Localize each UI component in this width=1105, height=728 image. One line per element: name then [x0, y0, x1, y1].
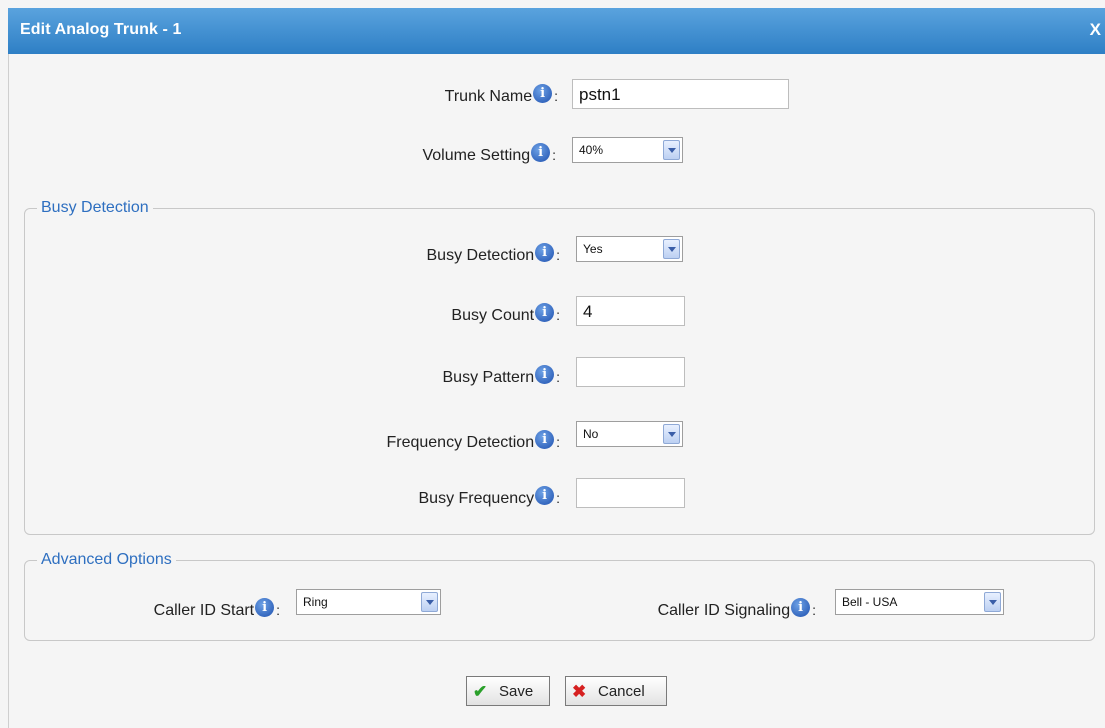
busy-detection-row-label: Busy Detection i:: [320, 243, 560, 265]
busy-detection-select[interactable]: Yes: [576, 236, 683, 262]
colon: :: [556, 307, 560, 323]
edit-analog-trunk-dialog: Edit Analog Trunk - 1 X Trunk Namei: Vol…: [0, 0, 1105, 728]
caller-id-start-select[interactable]: Ring: [296, 589, 441, 615]
colon: :: [556, 434, 560, 450]
busy-count-input[interactable]: [576, 296, 685, 326]
info-icon[interactable]: i: [531, 143, 551, 162]
colon: :: [812, 602, 816, 618]
frequency-detection-row-label: Frequency Detection i:: [300, 430, 560, 452]
info-icon[interactable]: i: [535, 365, 555, 384]
volume-setting-value: 40%: [579, 143, 604, 157]
trunk-name-row-label: Trunk Name i:: [330, 84, 558, 106]
info-icon[interactable]: i: [533, 84, 553, 103]
caller-id-start-value: Ring: [303, 595, 328, 609]
info-icon[interactable]: i: [255, 598, 275, 617]
info-icon[interactable]: i: [535, 303, 555, 322]
busy-detection-label: Busy Detection: [426, 247, 535, 264]
busy-frequency-label: Busy Frequency: [418, 490, 535, 507]
busy-pattern-row-label: Busy Pattern i:: [320, 365, 560, 387]
colon: :: [556, 247, 560, 263]
dialog-title: Edit Analog Trunk - 1: [20, 21, 182, 38]
chevron-down-icon[interactable]: [421, 592, 438, 612]
info-icon[interactable]: i: [535, 243, 555, 262]
frequency-detection-label: Frequency Detection: [386, 434, 535, 451]
busy-detection-value: Yes: [583, 242, 603, 256]
info-icon[interactable]: i: [535, 486, 555, 505]
busy-detection-legend: Busy Detection: [41, 199, 149, 216]
save-button[interactable]: ✔ Save: [466, 676, 550, 706]
colon: :: [556, 369, 560, 385]
cancel-button-label: Cancel: [598, 683, 645, 700]
advanced-options-legend: Advanced Options: [41, 551, 172, 568]
caller-id-start-label: Caller ID Start: [153, 602, 255, 619]
save-button-label: Save: [499, 683, 534, 700]
volume-setting-row-label: Volume Setting i:: [300, 143, 556, 165]
trunk-name-label: Trunk Name: [444, 88, 533, 105]
busy-count-row-label: Busy Count i:: [320, 303, 560, 325]
busy-pattern-input[interactable]: [576, 357, 685, 387]
info-icon[interactable]: i: [535, 430, 555, 449]
colon: :: [556, 490, 560, 506]
caller-id-start-row-label: Caller ID Start i:: [60, 598, 280, 620]
x-icon: ✖: [572, 682, 587, 701]
chevron-down-icon[interactable]: [663, 424, 680, 444]
chevron-down-icon[interactable]: [984, 592, 1001, 612]
info-icon[interactable]: i: [791, 598, 811, 617]
busy-frequency-row-label: Busy Frequency i:: [320, 486, 560, 508]
dialog-title-bar: Edit Analog Trunk - 1 X: [8, 8, 1105, 54]
volume-setting-select[interactable]: 40%: [572, 137, 683, 163]
frequency-detection-value: No: [583, 427, 599, 441]
colon: :: [276, 602, 280, 618]
busy-frequency-input[interactable]: [576, 478, 685, 508]
cancel-button[interactable]: ✖ Cancel: [565, 676, 667, 706]
chevron-down-icon[interactable]: [663, 140, 680, 160]
chevron-down-icon[interactable]: [663, 239, 680, 259]
close-button[interactable]: X: [1090, 20, 1101, 40]
checkmark-icon: ✔: [473, 682, 488, 701]
dialog-left-border: [8, 54, 9, 728]
caller-id-signaling-row-label: Caller ID Signaling i:: [560, 598, 816, 620]
frequency-detection-select[interactable]: No: [576, 421, 683, 447]
busy-pattern-label: Busy Pattern: [442, 369, 535, 386]
caller-id-signaling-value: Bell - USA: [842, 595, 898, 609]
busy-count-label: Busy Count: [451, 307, 535, 324]
caller-id-signaling-label: Caller ID Signaling: [657, 602, 791, 619]
colon: :: [554, 88, 558, 104]
trunk-name-input[interactable]: [572, 79, 789, 109]
caller-id-signaling-select[interactable]: Bell - USA: [835, 589, 1004, 615]
colon: :: [552, 147, 556, 163]
volume-setting-label: Volume Setting: [422, 147, 531, 164]
